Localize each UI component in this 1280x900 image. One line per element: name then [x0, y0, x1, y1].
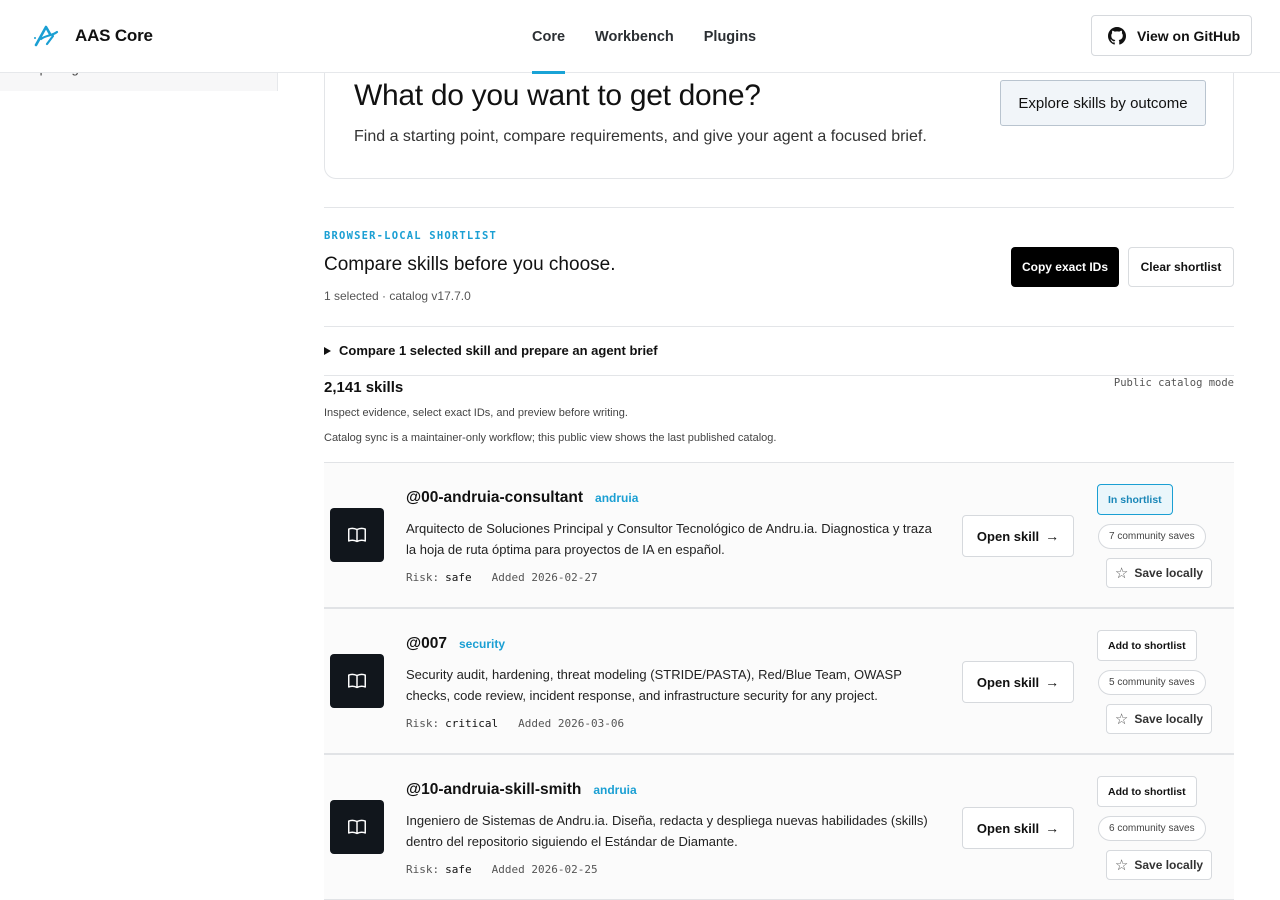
divider — [324, 326, 1234, 327]
skill-thumbnail — [330, 508, 384, 562]
skill-name-line: @10-andruia-skill-smith andruia — [406, 781, 637, 799]
explore-skills-button[interactable]: Explore skills by outcome — [1000, 80, 1206, 126]
sidebar-item-cut[interactable]: ApiIntegration — [31, 73, 111, 76]
risk-label: Risk: — [406, 717, 440, 730]
github-button-label: View on GitHub — [1137, 27, 1241, 44]
open-skill-label: Open skill — [976, 528, 1040, 544]
skill-row: @00-andruia-consultant andruia Arquitect… — [324, 462, 1234, 608]
skill-description: Ingeniero de Sistemas de Andru.ia. Diseñ… — [406, 813, 928, 849]
brand[interactable]: AAS Core — [32, 22, 153, 50]
shortlist-meta: 1 selected · catalog v17.7.0 — [324, 289, 471, 303]
book-icon — [348, 819, 366, 835]
sync-note: Catalog sync is a maintainer-only workfl… — [324, 432, 777, 444]
open-skill-button[interactable]: Open skill → — [962, 807, 1074, 849]
save-locally-label: Save locally — [1134, 712, 1204, 726]
compare-disclosure[interactable]: Compare 1 selected skill and prepare an … — [324, 343, 658, 358]
hero-title: What do you want to get done? — [354, 79, 761, 112]
catalog-mode-label: Public catalog mode — [1113, 377, 1234, 389]
save-locally-button[interactable]: ☆ Save locally — [1106, 850, 1212, 880]
brand-name: AAS Core — [75, 26, 153, 45]
add-to-shortlist-button[interactable]: Add to shortlist — [1097, 630, 1197, 661]
save-locally-label: Save locally — [1134, 566, 1204, 580]
risk-value: critical — [445, 717, 499, 730]
top-navigation-bar: AAS Core Core Workbench Plugins View on … — [0, 0, 1280, 74]
skills-count: 2,141 skills — [324, 379, 404, 396]
skill-name[interactable]: @007 — [406, 635, 447, 653]
arrow-right-icon: → — [1045, 820, 1060, 836]
open-skill-label: Open skill — [976, 674, 1040, 690]
view-on-github-button[interactable]: View on GitHub — [1091, 15, 1252, 56]
added-date: Added 2026-02-27 — [491, 571, 598, 584]
skill-meta: Risk: safe Added 2026-02-25 — [406, 863, 598, 876]
community-saves-badge: 5 community saves — [1098, 670, 1206, 695]
risk-label: Risk: — [406, 571, 440, 584]
tab-core[interactable]: Core — [532, 0, 566, 74]
skill-name[interactable]: @10-andruia-skill-smith — [406, 781, 581, 799]
skill-category-tag[interactable]: security — [459, 637, 505, 651]
skill-category-tag[interactable]: andruia — [595, 491, 638, 505]
save-locally-button[interactable]: ☆ Save locally — [1106, 558, 1212, 588]
added-date: Added 2026-02-25 — [491, 863, 598, 876]
skill-description: Arquitecto de Soluciones Principal y Con… — [406, 521, 932, 557]
divider — [324, 375, 1234, 376]
tab-plugins[interactable]: Plugins — [704, 0, 756, 73]
skill-thumbnail — [330, 800, 384, 854]
skill-name[interactable]: @00-andruia-consultant — [406, 489, 583, 507]
book-icon — [348, 527, 366, 543]
community-saves-badge: 7 community saves — [1098, 524, 1206, 549]
copy-exact-ids-button[interactable]: Copy exact IDs — [1011, 247, 1119, 287]
open-skill-label: Open skill — [976, 820, 1040, 836]
risk-value: safe — [445, 863, 472, 876]
skill-row: @007 security Security audit, hardening,… — [324, 608, 1234, 754]
star-icon: ☆ — [1114, 564, 1129, 582]
arrow-right-icon: → — [1045, 528, 1060, 544]
github-icon — [1108, 26, 1126, 45]
inspect-hint: Inspect evidence, select exact IDs, and … — [324, 407, 628, 419]
tab-workbench[interactable]: Workbench — [595, 0, 674, 73]
brand-logo-icon — [34, 25, 59, 47]
risk-value: safe — [445, 571, 472, 584]
add-to-shortlist-button[interactable]: Add to shortlist — [1097, 776, 1197, 807]
skill-name-line: @00-andruia-consultant andruia — [406, 489, 638, 507]
book-icon — [348, 673, 366, 689]
skill-name-line: @007 security — [406, 635, 505, 653]
compare-disclosure-label: Compare 1 selected skill and prepare an … — [339, 343, 658, 358]
star-icon: ☆ — [1114, 856, 1129, 874]
in-shortlist-button[interactable]: In shortlist — [1097, 484, 1173, 515]
risk-label: Risk: — [406, 863, 440, 876]
shortlist-eyebrow: BROWSER-LOCAL SHORTLIST — [324, 230, 497, 242]
skill-row: @10-andruia-skill-smith andruia Ingenier… — [324, 754, 1234, 900]
skill-meta: Risk: critical Added 2026-03-06 — [406, 717, 624, 730]
arrow-right-icon: → — [1045, 674, 1060, 690]
clear-shortlist-button[interactable]: Clear shortlist — [1128, 247, 1234, 287]
open-skill-button[interactable]: Open skill → — [962, 661, 1074, 703]
skill-description: Security audit, hardening, threat modeli… — [406, 667, 902, 703]
community-saves-badge: 6 community saves — [1098, 816, 1206, 841]
main-nav: Core Workbench Plugins — [532, 0, 786, 74]
open-skill-button[interactable]: Open skill → — [962, 515, 1074, 557]
skill-thumbnail — [330, 654, 384, 708]
save-locally-label: Save locally — [1134, 858, 1204, 872]
skill-category-tag[interactable]: andruia — [593, 783, 636, 797]
disclosure-triangle-icon — [324, 346, 331, 355]
star-icon: ☆ — [1114, 710, 1129, 728]
added-date: Added 2026-03-06 — [518, 717, 625, 730]
sidebar: ApiIntegration — [0, 73, 278, 91]
skill-meta: Risk: safe Added 2026-02-27 — [406, 571, 598, 584]
save-locally-button[interactable]: ☆ Save locally — [1106, 704, 1212, 734]
hero-subtitle: Find a starting point, compare requireme… — [354, 128, 927, 145]
shortlist-title: Compare skills before you choose. — [324, 254, 616, 275]
divider — [324, 207, 1234, 208]
